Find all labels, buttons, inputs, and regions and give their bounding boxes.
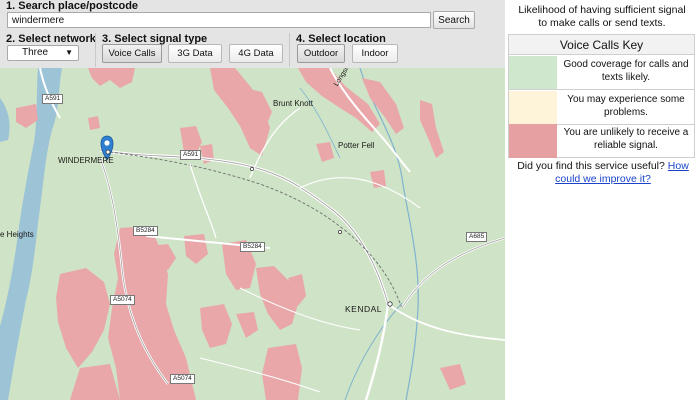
location-option-outdoor[interactable]: Outdoor	[297, 44, 345, 63]
road-minor	[299, 177, 421, 209]
place-label-heights: e Heights	[0, 230, 34, 239]
map-canvas	[0, 68, 505, 400]
place-label-windermere: WINDERMERE	[58, 156, 114, 165]
coverage-map[interactable]: WINDERMERE Brunt Knott Potter Fell KENDA…	[0, 68, 505, 400]
signal-option-voice-calls[interactable]: Voice Calls	[102, 44, 162, 63]
town-marker	[387, 301, 393, 307]
road-label-a5074: A5074	[170, 374, 195, 384]
key-row-unlikely: You are unlikely to receive a reliable s…	[509, 124, 694, 158]
key-panel: Likelihood of having sufficient signal t…	[505, 0, 698, 400]
voice-calls-key: Voice Calls Key Good coverage for calls …	[508, 34, 695, 158]
road-label-a591: A591	[42, 94, 64, 104]
road-kendal-south	[364, 303, 390, 400]
key-text-good: Good coverage for calls and texts likely…	[563, 59, 689, 83]
search-button[interactable]: Search	[433, 11, 475, 29]
location-option-indoor[interactable]: Indoor	[352, 44, 398, 63]
signal-option-3g-data[interactable]: 3G Data	[168, 44, 222, 63]
station-marker	[250, 167, 254, 171]
key-swatch-unlikely	[509, 124, 557, 158]
road-label-a591: A591	[180, 150, 202, 160]
road-minor	[189, 163, 217, 239]
river	[344, 302, 403, 400]
key-text-some-problems: You may experience some problems.	[567, 94, 685, 118]
key-row-good: Good coverage for calls and texts likely…	[509, 56, 694, 90]
signal-option-4g-data[interactable]: 4G Data	[229, 44, 283, 63]
divider	[95, 33, 96, 67]
key-swatch-good	[509, 56, 557, 89]
feedback-question: Did you find this service useful?	[517, 160, 668, 172]
road-label-a685: A685	[466, 232, 488, 242]
divider	[289, 33, 290, 67]
poor-coverage-areas	[16, 68, 466, 400]
network-select[interactable]: Three ▼	[7, 45, 79, 61]
lake-water	[0, 98, 10, 142]
network-step-label: 2. Select network	[6, 33, 96, 45]
place-label-kendal: KENDAL	[345, 304, 383, 314]
place-label-potter-fell: Potter Fell	[338, 141, 375, 150]
network-selected-value: Three	[22, 47, 49, 58]
key-text-unlikely: You are unlikely to receive a reliable s…	[563, 127, 689, 151]
road-label-a5074: A5074	[110, 295, 135, 305]
search-step-label: 1. Search place/postcode	[6, 0, 139, 12]
road-minor	[199, 357, 321, 393]
search-input[interactable]	[7, 12, 431, 28]
station-marker	[338, 230, 342, 234]
road-label-b5284: B5284	[240, 242, 265, 252]
road-label-b5284: B5284	[133, 226, 158, 236]
town-marker	[105, 149, 111, 155]
road-kendal-east	[387, 303, 505, 341]
chevron-down-icon: ▼	[65, 48, 73, 57]
key-title: Voice Calls Key	[509, 35, 694, 55]
key-swatch-some-problems	[509, 91, 557, 124]
key-intro-text: Likelihood of having sufficient signal t…	[518, 4, 686, 29]
feedback-prompt: Did you find this service useful? How co…	[511, 160, 695, 186]
key-row-some-problems: You may experience some problems.	[509, 91, 694, 125]
place-label-brunt-knott: Brunt Knott	[273, 99, 314, 108]
control-panel: 1. Search place/postcode Search 2. Selec…	[0, 0, 505, 400]
